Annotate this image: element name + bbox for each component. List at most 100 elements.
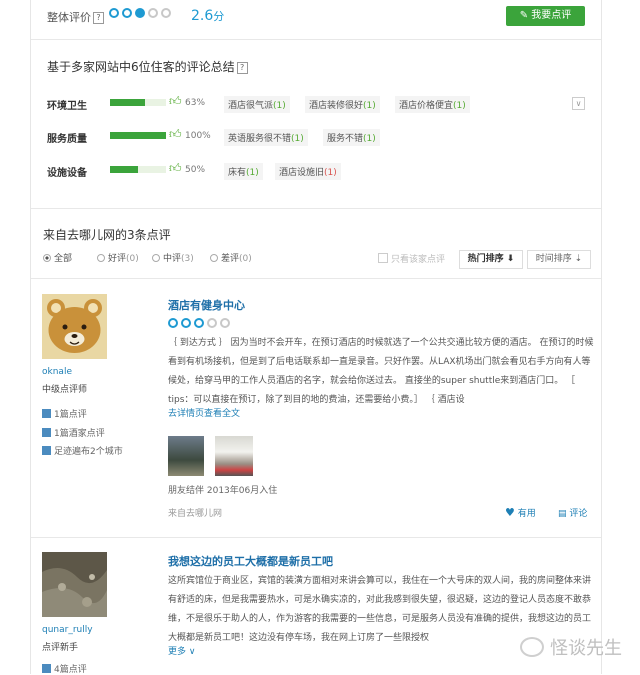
username[interactable]: oknale [42, 367, 72, 377]
star-empty-icon [148, 8, 158, 18]
write-review-button[interactable]: ✎ 我要点评 [506, 6, 585, 26]
category-percent: 63% [185, 98, 206, 108]
traveler-info: 朋友结伴 2013年06月入住 [168, 486, 278, 496]
radio-icon [152, 254, 160, 262]
tag-text: 服务不错 [327, 134, 364, 144]
sort-time-button[interactable]: 时间排序 ⇣ [527, 250, 591, 269]
pencil-icon: ✎ [519, 10, 532, 21]
thumbs-up-icon: 👍︎ [169, 127, 182, 141]
review-title[interactable]: 我想这边的员工大概都是新员工吧 [168, 553, 333, 569]
star-filled-icon [168, 318, 178, 328]
divider [31, 537, 601, 538]
hotel-review-icon [42, 428, 51, 437]
tag-text: 床有 [228, 168, 247, 178]
star-empty-icon [220, 318, 230, 328]
tag-count: (1) [363, 101, 376, 111]
summary-title-text: 基于多家网站中6位住客的评论总结 [47, 60, 235, 74]
radio-checked-icon [43, 254, 51, 262]
review-photo[interactable] [168, 436, 204, 476]
tag-count: (1) [453, 101, 466, 111]
tag-chip[interactable]: 英语服务很不错(1) [224, 129, 308, 146]
tag-chip[interactable]: 酒店装修很好(1) [305, 96, 380, 113]
review-title[interactable]: 酒店有健身中心 [168, 297, 245, 313]
tag-text: 酒店装修很好 [309, 101, 364, 111]
star-filled-icon [109, 8, 119, 18]
tag-count: (1) [291, 134, 304, 144]
category-label-environment: 环境卫生 [47, 101, 87, 112]
avatar[interactable] [42, 294, 107, 359]
tag-chip[interactable]: 服务不错(1) [323, 129, 380, 146]
sort-label: 时间排序 [535, 254, 572, 264]
tag-text: 酒店很气派 [228, 101, 274, 111]
filter-label: 中评 [163, 254, 182, 264]
map-icon [42, 446, 51, 455]
user-level: 中级点评师 [42, 385, 88, 395]
overall-rating-label: 整体评价? [47, 9, 104, 25]
useful-button[interactable]: ♥ 有用 [505, 506, 536, 519]
filter-all[interactable]: 全部 [43, 251, 72, 264]
overall-score: 2.6分 [191, 8, 224, 24]
filter-label: 全部 [54, 254, 73, 264]
arrow-down-icon: ⬇ [503, 254, 515, 264]
star-filled-icon [122, 8, 132, 18]
watermark: 怪谈先生 [520, 634, 622, 660]
stat-text: 1篇点评 [54, 410, 87, 420]
filter-label: 好评 [108, 254, 127, 264]
category-percent: 100% [185, 131, 211, 141]
stat-text: 1篇酒家点评 [54, 429, 105, 439]
category-bar-environment [110, 99, 166, 106]
read-full-review-link[interactable]: 去详情页查看全文 [168, 406, 240, 419]
tag-count: (1) [324, 168, 337, 178]
tag-chip[interactable]: 酒店很气派(1) [224, 96, 290, 113]
radio-icon [210, 254, 218, 262]
category-bar-service [110, 132, 166, 139]
category-label-facilities: 设施设备 [47, 168, 87, 179]
thumbs-up-icon: 👍︎ [169, 94, 182, 108]
bar-fill [110, 166, 138, 173]
chevron-down-icon[interactable]: ∨ [572, 97, 585, 110]
hotel-review-panel: 整体评价? 2.6分 ✎ 我要点评 基于多家网站中6位住客的评论总结? 环境卫生… [30, 0, 602, 675]
heart-icon: ♥ [505, 506, 515, 519]
more-link[interactable]: 更多 ∨ [168, 644, 195, 657]
more-label: 更多 [168, 647, 187, 657]
thumbs-up-icon: 👍︎ [169, 161, 182, 175]
help-icon[interactable]: ? [93, 12, 104, 24]
user-stat: 1篇酒家点评 [42, 426, 105, 439]
tag-chip-negative[interactable]: 酒店设施旧(1) [275, 163, 341, 180]
tag-text: 酒店设施旧 [279, 168, 325, 178]
score-unit: 分 [213, 10, 225, 23]
tag-chip[interactable]: 床有(1) [224, 163, 263, 180]
category-percent: 50% [185, 165, 206, 175]
tag-text: 酒店价格便宜 [399, 101, 454, 111]
sort-label: 热门排序 [467, 254, 504, 264]
useful-label: 有用 [517, 509, 536, 519]
user-stat: 1篇点评 [42, 407, 87, 420]
bar-fill [110, 132, 166, 139]
divider [31, 278, 601, 279]
divider [31, 208, 601, 209]
category-bar-facilities [110, 166, 166, 173]
checkbox-icon [378, 253, 388, 263]
comment-icon: ▤ [558, 509, 567, 519]
filter-label: 差评 [221, 254, 240, 264]
stat-text: 足迹遍布2个城市 [54, 447, 123, 457]
filter-positive[interactable]: 好评(0) [97, 251, 139, 264]
watermark-text: 怪谈先生 [550, 638, 622, 659]
comment-button[interactable]: ▤ 评论 [558, 506, 587, 519]
only-this-site-checkbox[interactable]: 只看该家点评 [378, 252, 445, 265]
review-rating [168, 318, 233, 331]
tag-chip[interactable]: 酒店价格便宜(1) [395, 96, 470, 113]
help-icon[interactable]: ? [236, 62, 248, 74]
score-value: 2.6 [191, 8, 214, 24]
sort-hot-button[interactable]: 热门排序 ⬇ [459, 250, 523, 269]
review-photo[interactable] [215, 436, 253, 476]
filter-neutral[interactable]: 中评(3) [152, 251, 194, 264]
checkbox-label: 只看该家点评 [391, 255, 446, 265]
username[interactable]: qunar_rully [42, 625, 93, 635]
star-empty-icon [161, 8, 171, 18]
filter-negative[interactable]: 差评(0) [210, 251, 252, 264]
wechat-logo-icon [520, 637, 544, 657]
avatar[interactable] [42, 552, 107, 617]
rating-stars [109, 8, 174, 21]
user-level: 点评新手 [42, 643, 79, 653]
